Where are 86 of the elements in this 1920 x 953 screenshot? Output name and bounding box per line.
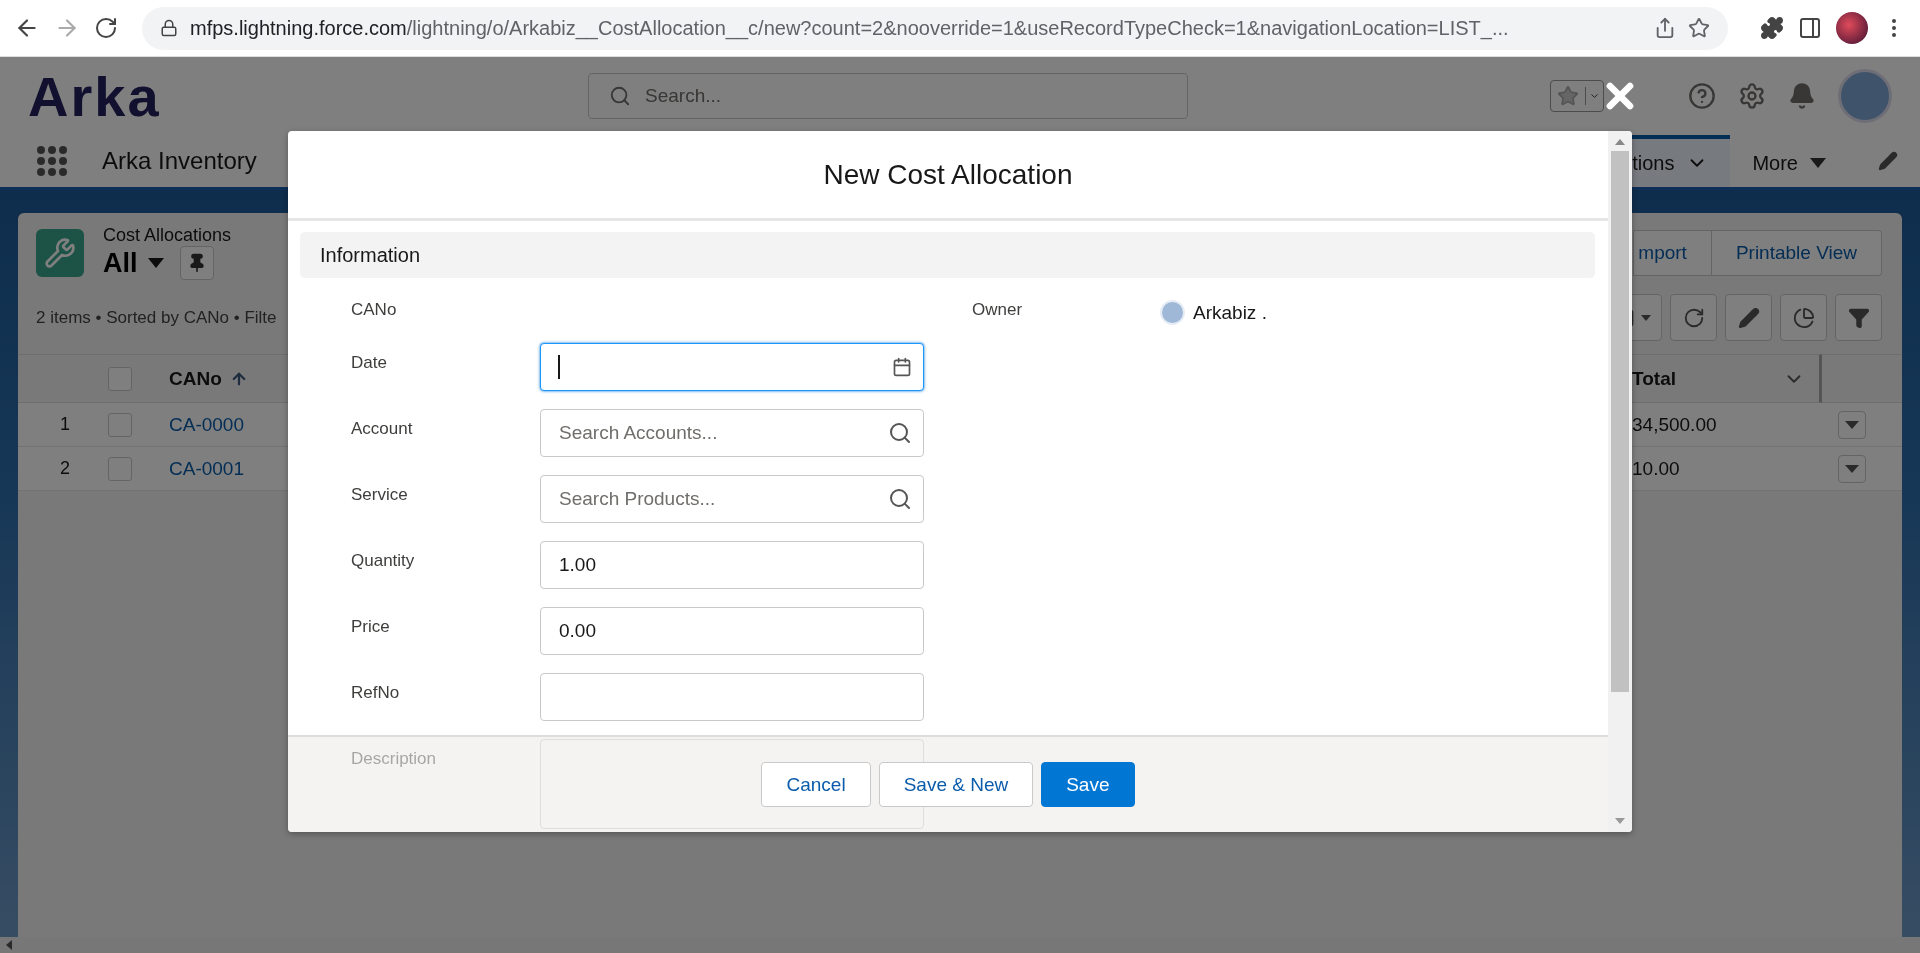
select-all-checkbox[interactable] [108, 366, 132, 391]
table-cell: 34,500.00 [1632, 413, 1717, 436]
list-button[interactable]: Printable View [1711, 229, 1882, 276]
app-launcher-icon[interactable] [36, 145, 68, 177]
profile-avatar[interactable] [1836, 12, 1868, 44]
list-button[interactable]: mport [1633, 229, 1712, 276]
search-box[interactable]: Search... [588, 73, 1188, 119]
nav-tab[interactable]: More [1730, 135, 1848, 187]
row-checkbox[interactable] [108, 412, 132, 437]
side-panel-icon[interactable] [1798, 16, 1822, 40]
list-status: 2 items • Sorted by CANo • Filte [36, 307, 277, 328]
search-icon [609, 85, 631, 107]
search-field[interactable]: Search... [643, 84, 1167, 108]
lock-icon [160, 19, 178, 37]
owner-name[interactable]: Arkabiz . [1193, 301, 1267, 324]
reload-icon[interactable] [94, 16, 118, 40]
column-header[interactable]: CANo [169, 367, 248, 390]
owner-avatar [1160, 300, 1185, 325]
section-header[interactable]: Information [300, 232, 1595, 278]
extensions-icon[interactable] [1760, 16, 1784, 40]
search-icon [888, 421, 912, 445]
field-label: Service [351, 484, 409, 506]
filter-button[interactable] [1835, 294, 1882, 341]
footer-button[interactable]: Cancel [761, 762, 871, 807]
modal-title: New Cost Allocation [823, 158, 1073, 191]
search-icon [888, 487, 912, 511]
input-field[interactable]: 1.00 [540, 541, 924, 589]
record-link[interactable]: CA-0000 [169, 413, 244, 436]
nav-tab[interactable]: tions [1630, 135, 1731, 187]
pin-button[interactable] [179, 246, 214, 280]
field-label: CANo [351, 300, 398, 321]
row-number: 1 [60, 414, 70, 435]
horizontal-scrollbar[interactable] [0, 937, 1920, 953]
row-actions-button[interactable] [1838, 454, 1866, 483]
field-label: Date [351, 352, 388, 374]
lookup-field[interactable]: Search Accounts... [540, 409, 924, 457]
wrench-icon [36, 228, 84, 277]
star-icon[interactable] [1557, 85, 1579, 107]
app-name: Arka Inventory [102, 147, 257, 175]
refresh-button[interactable] [1670, 294, 1717, 341]
field-label: Account [351, 418, 414, 440]
row-number: 2 [60, 458, 70, 479]
bell-icon[interactable] [1788, 82, 1816, 110]
edit-icon[interactable] [1878, 151, 1898, 171]
date-field[interactable] [540, 343, 924, 391]
row-checkbox[interactable] [108, 456, 132, 481]
user-avatar[interactable] [1838, 69, 1892, 123]
record-link[interactable]: CA-0001 [169, 457, 244, 480]
field-label: RefNo [351, 682, 401, 704]
field-label: Description [351, 748, 438, 770]
edit-button[interactable] [1725, 294, 1772, 341]
share-icon[interactable] [1654, 17, 1676, 39]
bookmark-star-icon[interactable] [1688, 17, 1710, 39]
column-header[interactable]: Total [1632, 367, 1676, 390]
caret-icon[interactable] [147, 258, 164, 268]
help-icon[interactable] [1688, 82, 1716, 110]
list-view-selector[interactable]: All [103, 247, 164, 279]
object-label: Cost Allocations [103, 225, 232, 246]
caret-icon[interactable] [1641, 314, 1651, 321]
filter-icon[interactable] [1847, 306, 1870, 329]
footer-button[interactable]: Save & New [878, 762, 1034, 807]
field-label: Owner [972, 300, 1024, 321]
caret-icon[interactable] [1845, 420, 1859, 429]
scroll-down-icon[interactable] [1615, 816, 1625, 826]
scroll-left-icon[interactable] [4, 940, 14, 950]
refresh-icon[interactable] [1682, 306, 1705, 329]
settings-icon[interactable] [1738, 82, 1766, 110]
lookup-field[interactable]: Search Products... [540, 475, 924, 523]
footer-button[interactable]: Save [1041, 762, 1135, 807]
scroll-up-icon[interactable] [1615, 137, 1625, 147]
field-label: Quantity [351, 550, 416, 572]
caret-icon[interactable] [1845, 464, 1859, 473]
app-logo: Arka [28, 63, 162, 129]
address-bar[interactable]: mfps.lightning.force.com/lightning/o/Arkabiz__CostAllocation__c/new?count=2&nooverride=1&useRecordTypeCheck=1&navigationLocation=LIST_... [142, 6, 1728, 50]
vertical-scrollbar[interactable] [1608, 131, 1632, 832]
table-cell: 10.00 [1632, 457, 1680, 480]
chart-button[interactable] [1780, 294, 1827, 341]
calendar-icon[interactable] [892, 357, 912, 377]
field-label: Price [351, 616, 391, 638]
caret-icon[interactable] [1810, 158, 1826, 168]
row-actions-button[interactable] [1838, 410, 1866, 439]
url-text: mfps.lightning.force.com/lightning/o/Arkabiz__CostAllocation__c/new?count=2&nooverride=1&useRecordTypeCheck=1&navigationLocation=LIST_... [190, 16, 1510, 40]
input-field[interactable]: 0.00 [540, 607, 924, 655]
pie-chart-icon[interactable] [1792, 306, 1815, 329]
pencil-icon[interactable] [1737, 306, 1760, 329]
input-field[interactable] [540, 673, 924, 721]
